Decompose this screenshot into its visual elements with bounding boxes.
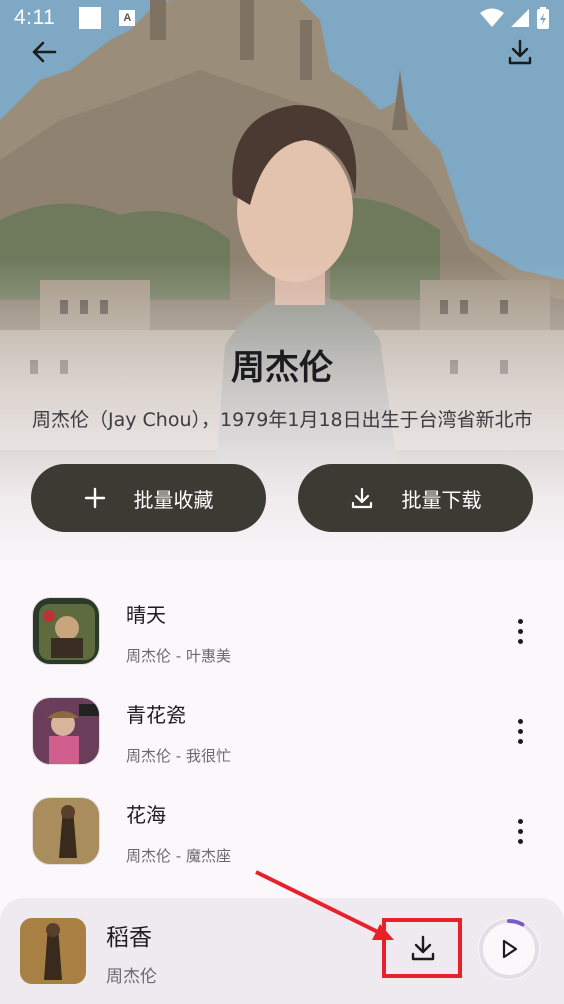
album-cover <box>32 697 100 765</box>
song-list-item[interactable]: 晴天 周杰伦 - 叶惠美 <box>0 581 564 681</box>
album-cover <box>32 597 100 665</box>
arrow-left-icon <box>32 41 57 63</box>
batch-collect-label: 批量收藏 <box>133 487 214 512</box>
download-icon <box>350 486 374 510</box>
song-list-item[interactable]: 花海 周杰伦 - 魔杰座 <box>0 781 564 881</box>
play-icon <box>502 939 518 959</box>
artist-description[interactable]: 周杰伦（Jay Chou），1979年1月18日出生于台湾省新北市 <box>32 405 537 432</box>
song-subtitle: 周杰伦 - 叶惠美 <box>126 647 231 665</box>
battery-icon <box>537 7 549 29</box>
header-download-button[interactable] <box>502 34 538 70</box>
song-subtitle: 周杰伦 - 魔杰座 <box>126 847 231 865</box>
wifi-icon <box>480 8 504 27</box>
status-time: 4:11 <box>14 6 56 29</box>
more-options-button[interactable] <box>505 711 535 751</box>
song-list-item[interactable]: 青花瓷 周杰伦 - 我很忙 <box>0 681 564 781</box>
song-title: 晴天 <box>126 603 166 627</box>
more-options-button[interactable] <box>505 811 535 851</box>
now-playing-artist: 周杰伦 <box>106 967 157 987</box>
highlight-box <box>382 918 462 978</box>
now-playing-cover <box>20 918 86 984</box>
song-title: 花海 <box>126 803 166 827</box>
now-playing-bar[interactable]: 稻香 周杰伦 <box>0 898 564 1004</box>
song-subtitle: 周杰伦 - 我很忙 <box>126 747 231 765</box>
download-icon <box>508 39 532 65</box>
plus-icon <box>84 487 106 509</box>
play-button[interactable] <box>478 918 540 980</box>
batch-download-button[interactable]: 批量下载 <box>298 464 533 532</box>
notification-icon <box>79 7 102 29</box>
album-cover <box>32 797 100 865</box>
now-playing-title: 稻香 <box>106 925 152 951</box>
back-button[interactable] <box>26 34 62 70</box>
batch-collect-button[interactable]: 批量收藏 <box>31 464 266 532</box>
more-options-button[interactable] <box>505 611 535 651</box>
batch-download-label: 批量下载 <box>401 487 482 512</box>
status-bar: 4:11 A <box>0 0 564 36</box>
a-notification-icon: A <box>119 10 136 26</box>
song-title: 青花瓷 <box>126 703 186 727</box>
cellular-signal-icon <box>511 9 529 27</box>
artist-name: 周杰伦 <box>231 348 333 388</box>
